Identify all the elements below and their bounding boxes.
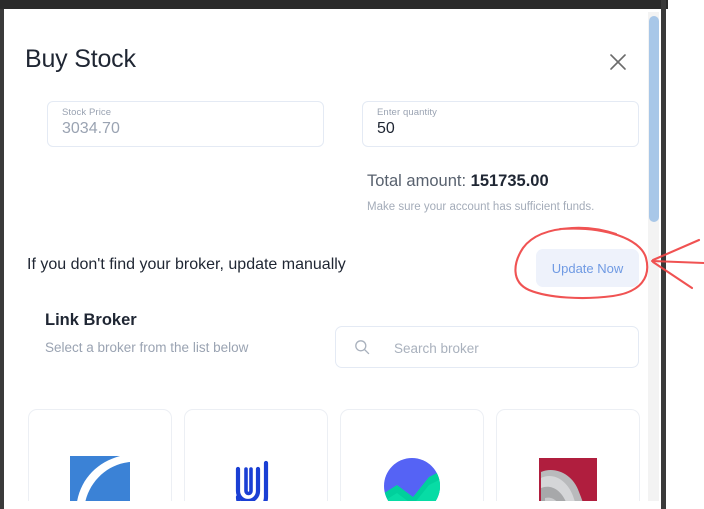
stock-price-value: 3034.70 (62, 120, 120, 137)
search-broker-box[interactable] (335, 326, 639, 369)
buy-stock-modal: Buy Stock Stock Price 3034.70 Enter quan… (5, 9, 661, 501)
quantity-field[interactable]: Enter quantity 50 (362, 101, 639, 147)
quantity-value: 50 (377, 120, 395, 137)
quantity-label: Enter quantity (377, 107, 438, 118)
link-broker-title: Link Broker (45, 311, 137, 329)
window-edge-left (0, 0, 4, 509)
window-edge-right (661, 0, 666, 509)
total-amount: Total amount: 151735.00 (367, 172, 549, 191)
broker-card-4[interactable] (496, 409, 640, 501)
stock-price-label: Stock Price (62, 107, 112, 118)
red-square-bull-logo (532, 450, 604, 501)
window-edge-top (0, 0, 668, 9)
broker-card-2[interactable] (184, 409, 328, 501)
blue-u-logo (220, 450, 292, 501)
broker-card-3[interactable] (340, 409, 484, 501)
modal-scrollbar-thumb[interactable] (649, 16, 659, 222)
search-input[interactable] (392, 327, 631, 369)
blue-square-arc-logo (64, 450, 136, 501)
total-amount-note: Make sure your account has sufficient fu… (367, 201, 595, 213)
page-canvas: Buy Stock Stock Price 3034.70 Enter quan… (0, 0, 704, 509)
link-broker-subtitle: Select a broker from the list below (45, 340, 249, 355)
broker-card-1[interactable] (28, 409, 172, 501)
stock-price-field[interactable]: Stock Price 3034.70 (47, 101, 324, 147)
close-icon[interactable] (603, 47, 633, 77)
search-icon (354, 339, 370, 360)
manual-update-text: If you don't find your broker, update ma… (27, 256, 346, 273)
update-now-button[interactable]: Update Now (536, 249, 639, 287)
total-amount-value: 151735.00 (470, 172, 549, 190)
total-amount-prefix: Total amount: (367, 172, 471, 190)
green-circle-wave-logo (376, 450, 448, 501)
page-title: Buy Stock (25, 45, 136, 73)
